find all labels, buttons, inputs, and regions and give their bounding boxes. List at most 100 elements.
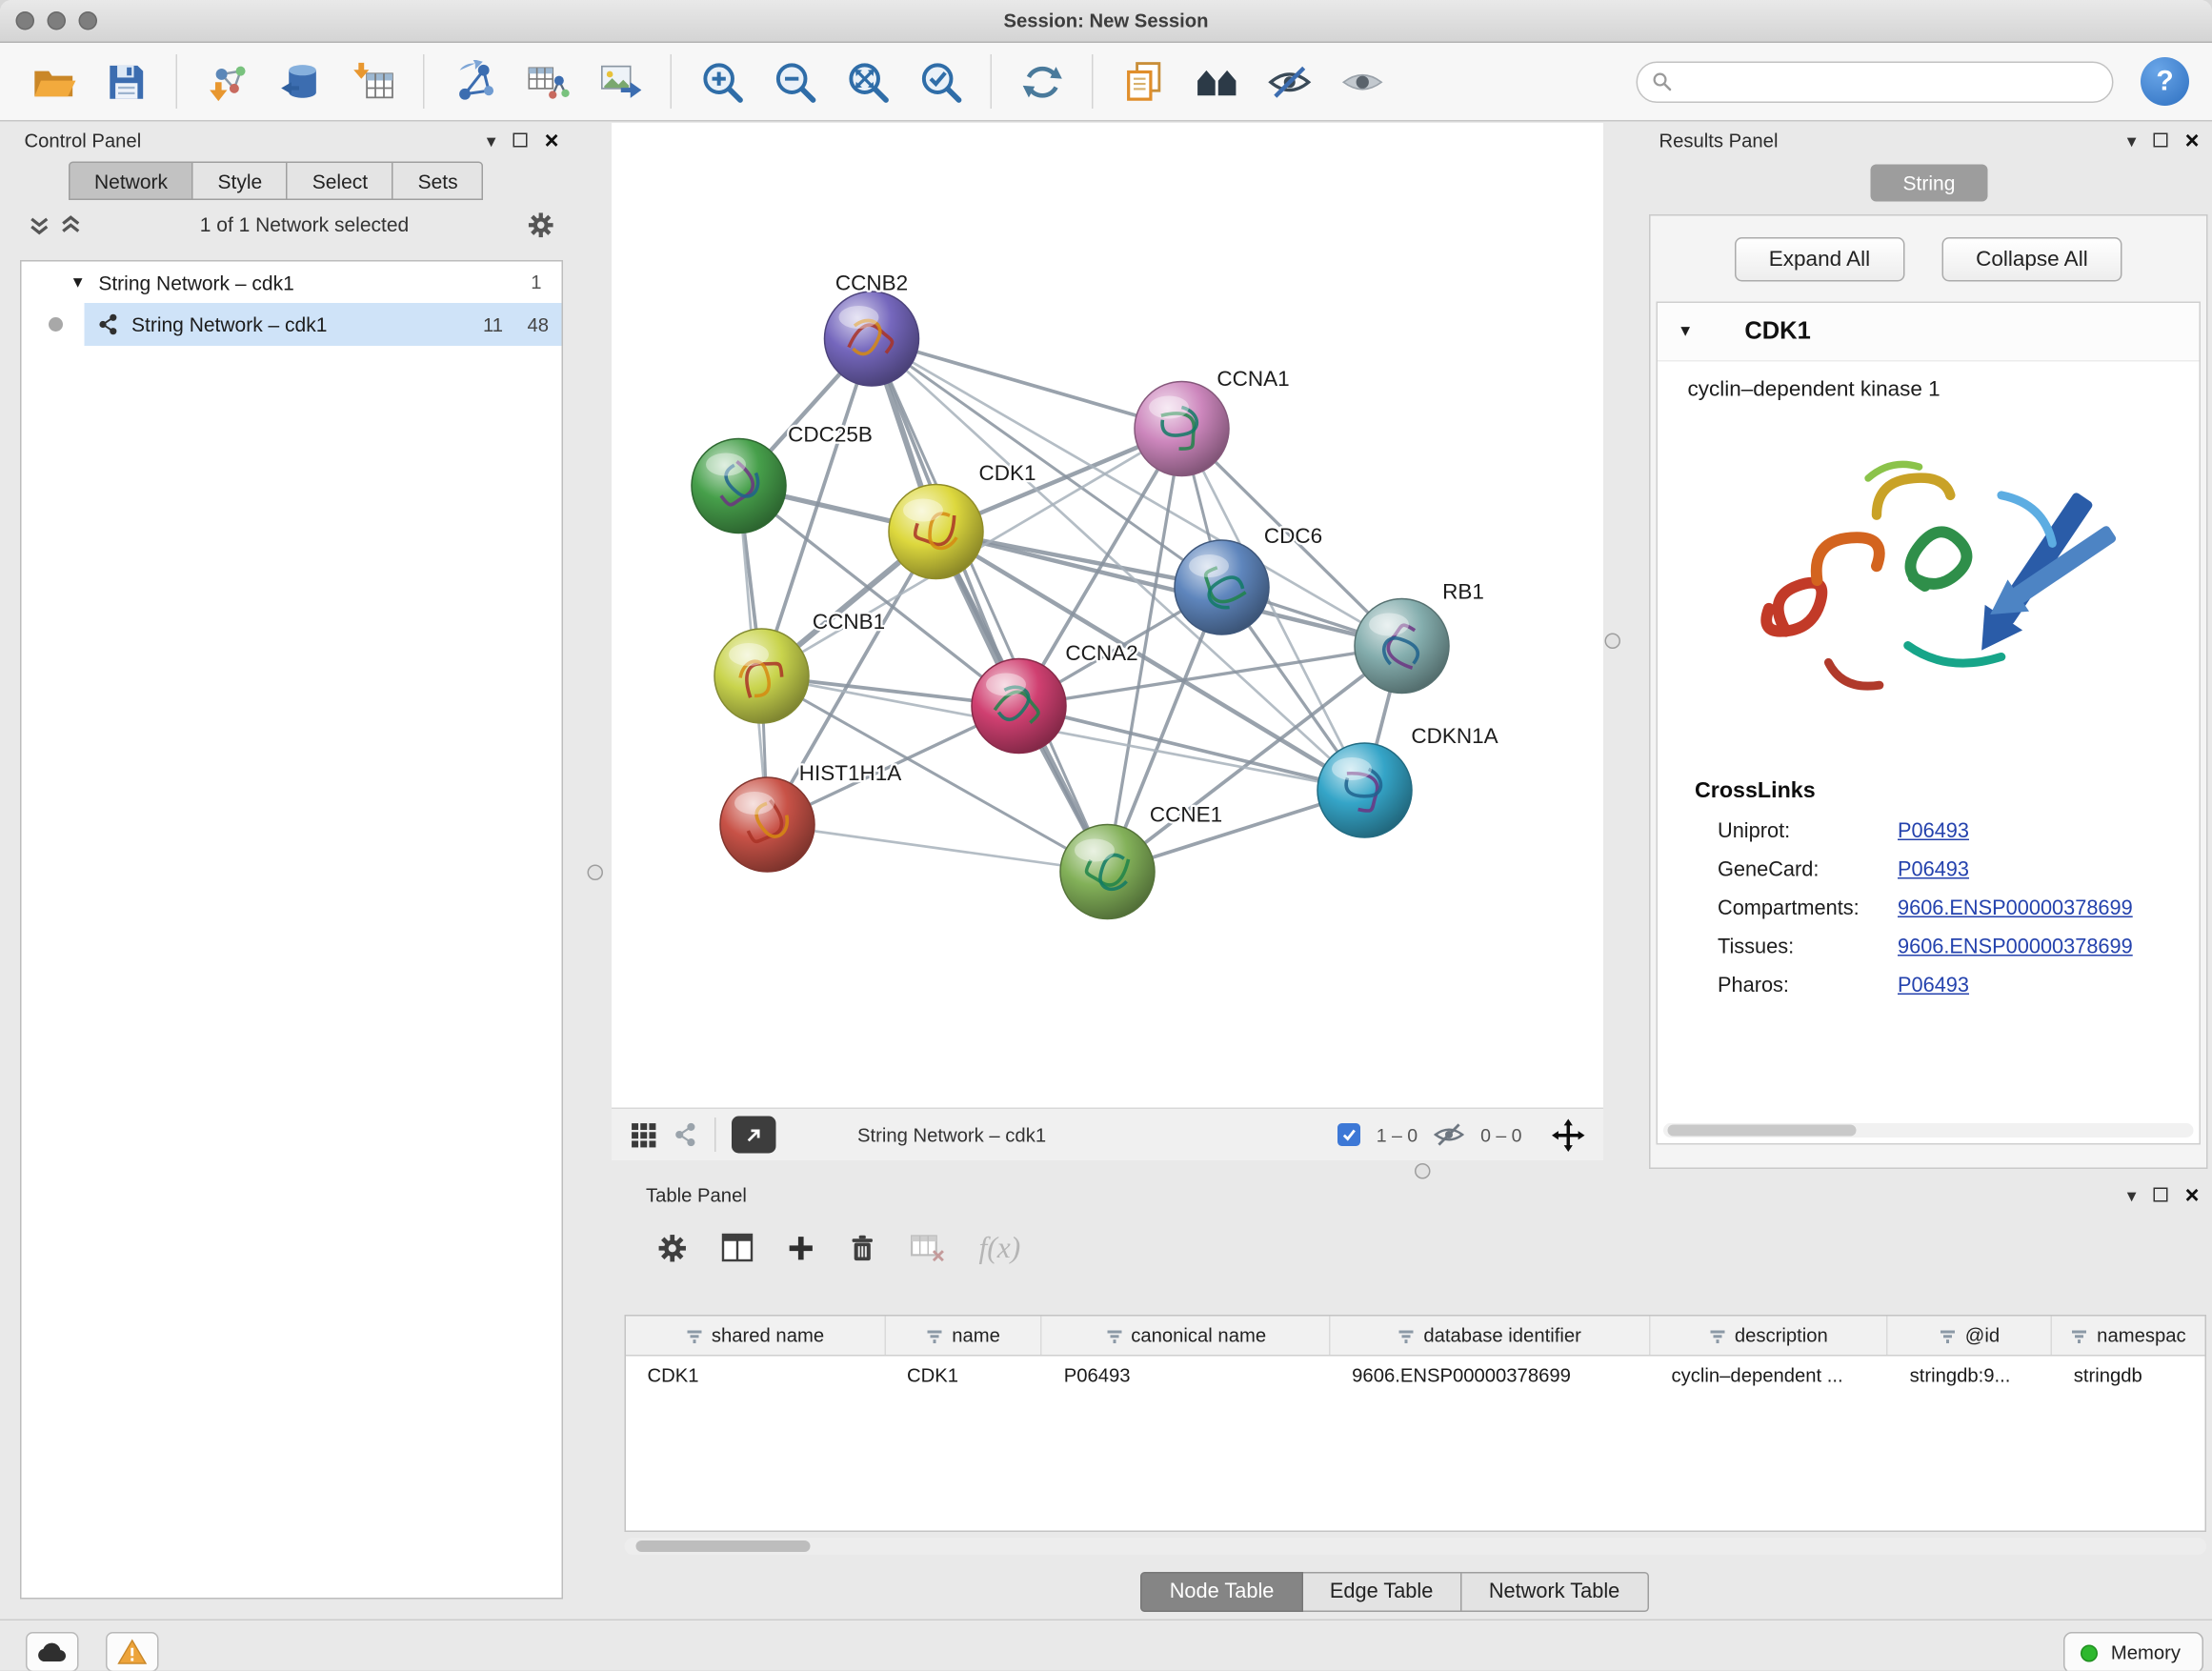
add-column-button[interactable] [788,1234,815,1261]
network-table-button[interactable] [514,49,580,114]
scrollbar-thumb[interactable] [636,1540,811,1552]
zoom-fit-button[interactable] [835,49,900,114]
pan-crosshair-icon[interactable] [1552,1118,1585,1152]
network-edge[interactable] [872,339,1182,430]
collapse-all-button[interactable]: Collapse All [1941,237,2122,282]
birdseye-icon[interactable] [674,1122,699,1148]
close-window-button[interactable] [16,11,35,30]
zoom-window-button[interactable] [79,11,98,30]
export-image-button[interactable] [588,49,654,114]
crosslink-link-uniprot[interactable]: P06493 [1898,820,1969,843]
collapse-all-icon[interactable] [29,213,50,235]
crosslink-link-genecard[interactable]: P06493 [1898,859,1969,882]
table-options-button[interactable] [657,1233,688,1263]
function-builder-button[interactable]: f(x) [979,1230,1021,1266]
warnings-button[interactable] [106,1632,159,1671]
column-header-shared-name[interactable]: shared name [626,1317,886,1356]
tab-sets[interactable]: Sets [393,162,484,201]
network-edge[interactable] [872,339,1108,873]
table-row[interactable]: CDK1 CDK1 P06493 9606.ENSP00000378699 cy… [626,1357,2205,1394]
cell-namespace[interactable]: stringdb [2052,1364,2204,1386]
panel-maximize-icon[interactable] [2154,133,2168,148]
panel-close-icon[interactable]: × [545,128,559,152]
panel-float-icon[interactable]: ▾ [2127,1185,2137,1204]
network-node-CDC6[interactable]: CDC6 [1175,524,1322,634]
open-session-button[interactable] [20,49,86,114]
delete-table-button-disabled[interactable] [911,1234,945,1261]
cell-canonical-name[interactable]: P06493 [1042,1364,1330,1386]
result-section-header[interactable]: ▼ CDK1 [1658,303,2200,362]
cell-database-identifier[interactable]: 9606.ENSP00000378699 [1331,1364,1650,1386]
tab-node-table[interactable]: Node Table [1141,1572,1303,1612]
hidden-eye-icon[interactable] [1434,1122,1465,1148]
cell-description[interactable]: cyclin–dependent ... [1650,1364,1888,1386]
network-node-CDK1[interactable]: CDK1 [889,461,1036,578]
zoom-selected-button[interactable] [908,49,974,114]
network-node-HIST1H1A[interactable]: HIST1H1A [720,761,901,872]
scrollbar-thumb[interactable] [1668,1125,1857,1137]
column-header-database-identifier[interactable]: database identifier [1331,1317,1650,1356]
column-header-name[interactable]: name [886,1317,1043,1356]
cell-id[interactable]: stringdb:9... [1888,1364,2052,1386]
network-node-CDKN1A[interactable]: CDKN1A [1317,724,1498,837]
panel-float-icon[interactable]: ▾ [487,131,496,150]
network-edge[interactable] [768,825,1108,873]
minimize-window-button[interactable] [48,11,67,30]
help-button[interactable]: ? [2141,57,2189,106]
panel-maximize-icon[interactable] [513,133,528,148]
expand-all-icon[interactable] [60,213,82,235]
panel-close-icon[interactable]: × [2185,128,2200,152]
splitter-knob-left[interactable] [588,865,604,881]
crosslink-link-pharos[interactable]: P06493 [1898,975,1969,997]
grid-view-icon[interactable] [631,1121,658,1149]
column-header-description[interactable]: description [1650,1317,1888,1356]
column-header-namespace[interactable]: namespac [2052,1317,2204,1356]
tree-expander-icon[interactable]: ▼ [70,273,86,291]
table-hscrollbar[interactable] [625,1538,2207,1555]
results-hscrollbar[interactable] [1663,1123,2194,1137]
panel-maximize-icon[interactable] [2154,1188,2168,1202]
network-overview-button[interactable] [1183,49,1249,114]
cloud-status-button[interactable] [26,1632,79,1671]
memory-button[interactable]: Memory [2063,1632,2203,1671]
cell-name[interactable]: CDK1 [886,1364,1043,1386]
network-graph[interactable]: CCNB2CCNA1CDC25BCDK1CDC6RB1CCNB1CCNA2CDK… [612,123,1603,1108]
zoom-in-button[interactable] [689,49,754,114]
network-node-RB1[interactable]: RB1 [1355,580,1484,694]
search-input[interactable] [1682,70,2099,94]
network-node-CCNB2[interactable]: CCNB2 [825,272,919,387]
save-session-button[interactable] [93,49,159,114]
tree-item-collection[interactable]: ▼ String Network – cdk1 1 [22,262,562,304]
zoom-out-button[interactable] [762,49,828,114]
selected-counter-checkbox[interactable] [1337,1123,1360,1146]
network-from-selection-button[interactable] [442,49,508,114]
show-all-button[interactable] [1329,49,1395,114]
tab-style[interactable]: Style [193,162,288,201]
apply-layout-button[interactable] [1009,49,1075,114]
splitter-knob-right[interactable] [1605,634,1621,650]
tab-network-table[interactable]: Network Table [1461,1572,1648,1612]
panel-close-icon[interactable]: × [2185,1182,2200,1207]
import-network-file-button[interactable] [194,49,260,114]
network-node-CCNA1[interactable]: CCNA1 [1135,367,1290,475]
import-table-button[interactable] [340,49,406,114]
hide-selected-button[interactable] [1257,49,1322,114]
tab-edge-table[interactable]: Edge Table [1302,1572,1461,1612]
panel-float-icon[interactable]: ▾ [2127,131,2137,150]
delete-column-button[interactable] [849,1233,876,1263]
expand-all-button[interactable]: Expand All [1735,237,1904,282]
detach-view-button[interactable] [732,1117,776,1154]
duplicate-network-button[interactable] [1111,49,1176,114]
section-expander-icon[interactable]: ▼ [1678,323,1693,340]
tab-select[interactable]: Select [288,162,393,201]
show-columns-button[interactable] [722,1234,754,1262]
column-header-id[interactable]: @id [1888,1317,2052,1356]
tab-string[interactable]: String [1871,165,1988,202]
tab-network[interactable]: Network [69,162,193,201]
crosslink-link-compartments[interactable]: 9606.ENSP00000378699 [1898,897,2133,920]
crosslink-link-tissues[interactable]: 9606.ENSP00000378699 [1898,936,2133,959]
column-header-canonical-name[interactable]: canonical name [1042,1317,1330,1356]
import-network-database-button[interactable] [268,49,333,114]
tree-item-network[interactable]: String Network – cdk1 11 48 [85,303,562,346]
cell-shared-name[interactable]: CDK1 [626,1364,886,1386]
